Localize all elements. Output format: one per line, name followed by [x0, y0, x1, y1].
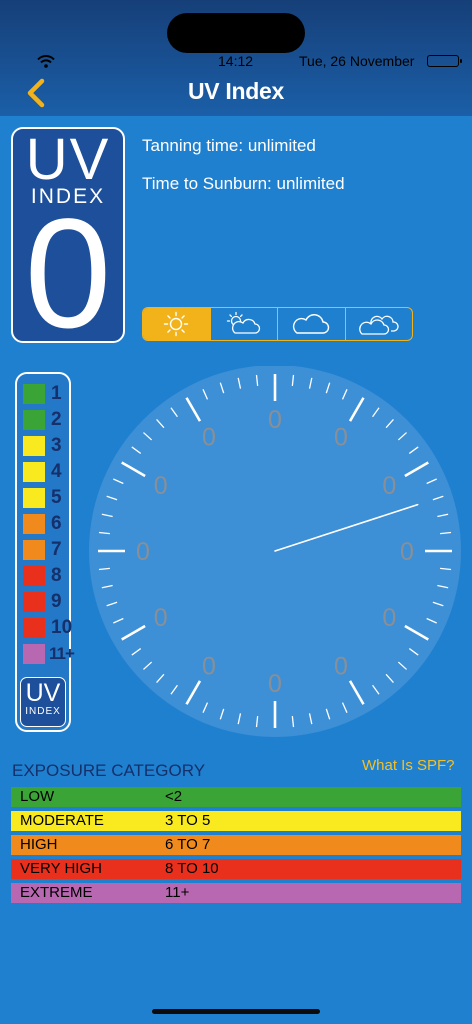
exposure-name: VERY HIGH	[20, 860, 102, 877]
legend-level: 6	[51, 513, 62, 534]
what-is-spf-link[interactable]: What Is SPF?	[362, 757, 455, 774]
legend-level: 5	[51, 487, 62, 508]
exposure-range: 8 TO 10	[165, 860, 219, 877]
exposure-row: MODERATE 3 TO 5	[11, 811, 461, 831]
weather-sunny-option[interactable]	[143, 308, 210, 340]
legend-swatch	[23, 540, 45, 560]
dial-label: 0	[400, 538, 414, 566]
legend-level: 2	[51, 409, 62, 430]
legend-item: 5	[21, 486, 71, 510]
dial-label: 0	[382, 472, 396, 500]
legend-logo-bottom: INDEX	[25, 706, 61, 717]
exposure-range: 11+	[165, 884, 190, 901]
exposure-name: MODERATE	[20, 812, 104, 829]
exposure-row: EXTREME 11+	[11, 883, 461, 903]
exposure-name: EXTREME	[20, 884, 93, 901]
exposure-row: LOW <2	[11, 787, 461, 807]
legend-level: 9	[51, 591, 62, 612]
exposure-name: LOW	[20, 788, 55, 805]
legend-swatch	[23, 592, 45, 612]
legend-swatch	[23, 488, 45, 508]
uv-index-badge: UV INDEX 0	[11, 127, 125, 343]
camera-notch	[167, 13, 305, 53]
dial-label: 0	[154, 604, 168, 632]
dial-label: 0	[334, 652, 348, 680]
dial-label: 0	[334, 424, 348, 452]
legend-swatch	[23, 462, 45, 482]
wifi-icon	[37, 55, 55, 68]
legend-level: 1	[51, 383, 62, 404]
exposure-category-title: EXPOSURE CATEGORY	[12, 761, 206, 780]
legend-item: 2	[21, 408, 71, 432]
exposure-range: 6 TO 7	[165, 836, 211, 853]
weather-selector	[142, 307, 413, 341]
uv-dial: 0 0 0 0 0 0 0 0 0 0 0 0	[89, 366, 461, 737]
legend-swatch	[23, 514, 45, 534]
home-indicator	[152, 1009, 320, 1014]
exposure-row: HIGH 6 TO 7	[11, 835, 461, 855]
legend-swatch	[23, 618, 45, 638]
legend-level: 8	[51, 565, 62, 586]
dial-label: 0	[202, 652, 216, 680]
header-bar: 14:12 Tue, 26 November UV Index	[0, 0, 472, 116]
legend-level: 7	[51, 539, 62, 560]
tanning-time: Tanning time: unlimited	[142, 136, 316, 155]
legend-item: 4	[21, 460, 71, 484]
weather-partly-cloudy-option[interactable]	[209, 308, 278, 340]
legend-swatch	[23, 644, 45, 664]
legend-level: 10	[51, 617, 73, 638]
legend-swatch	[23, 384, 45, 404]
legend-item: 8	[21, 564, 71, 588]
dial-label: 0	[268, 670, 282, 698]
dial-label: 0	[382, 604, 396, 632]
legend-item: 10	[21, 616, 73, 640]
status-time: 14:12	[218, 53, 254, 69]
exposure-name: HIGH	[20, 836, 58, 853]
status-date: Tue, 26 November	[299, 53, 415, 69]
exposure-row: VERY HIGH 8 TO 10	[11, 859, 461, 879]
legend-swatch	[23, 566, 45, 586]
legend-item: 7	[21, 538, 71, 562]
legend-logo-top: UV	[25, 679, 61, 707]
dial-label: 0	[202, 424, 216, 452]
exposure-range: 3 TO 5	[165, 812, 211, 829]
dial-label: 0	[268, 406, 282, 434]
weather-cloudy-option[interactable]	[277, 308, 345, 340]
legend-item: 1	[21, 382, 71, 406]
legend-level: 3	[51, 435, 62, 456]
cloud-icon	[293, 314, 330, 334]
battery-icon	[427, 55, 462, 67]
legend-swatch	[23, 410, 45, 430]
page-title: UV Index	[187, 78, 284, 104]
uv-index-logo: UV INDEX	[20, 677, 66, 727]
uv-scale-legend: 1 2 3 4 5 6 7 8 9 10 11+ UV INDEX	[15, 372, 75, 732]
weather-overcast-option[interactable]	[344, 308, 413, 340]
legend-item: 9	[21, 590, 71, 614]
dial-label: 0	[154, 472, 168, 500]
legend-level: 4	[51, 461, 62, 482]
sun-icon	[164, 311, 189, 337]
sun-cloud-icon	[226, 311, 260, 334]
exposure-range: <2	[165, 788, 183, 805]
dial-label: 0	[136, 538, 150, 566]
uv-index-value: 0	[24, 187, 112, 343]
legend-level: 11+	[49, 644, 75, 663]
legend-item: 6	[21, 512, 71, 536]
clouds-icon	[358, 315, 399, 335]
legend-item: 11+	[21, 642, 75, 666]
legend-swatch	[23, 436, 45, 456]
time-to-sunburn: Time to Sunburn: unlimited	[142, 174, 345, 193]
legend-item: 3	[21, 434, 71, 458]
